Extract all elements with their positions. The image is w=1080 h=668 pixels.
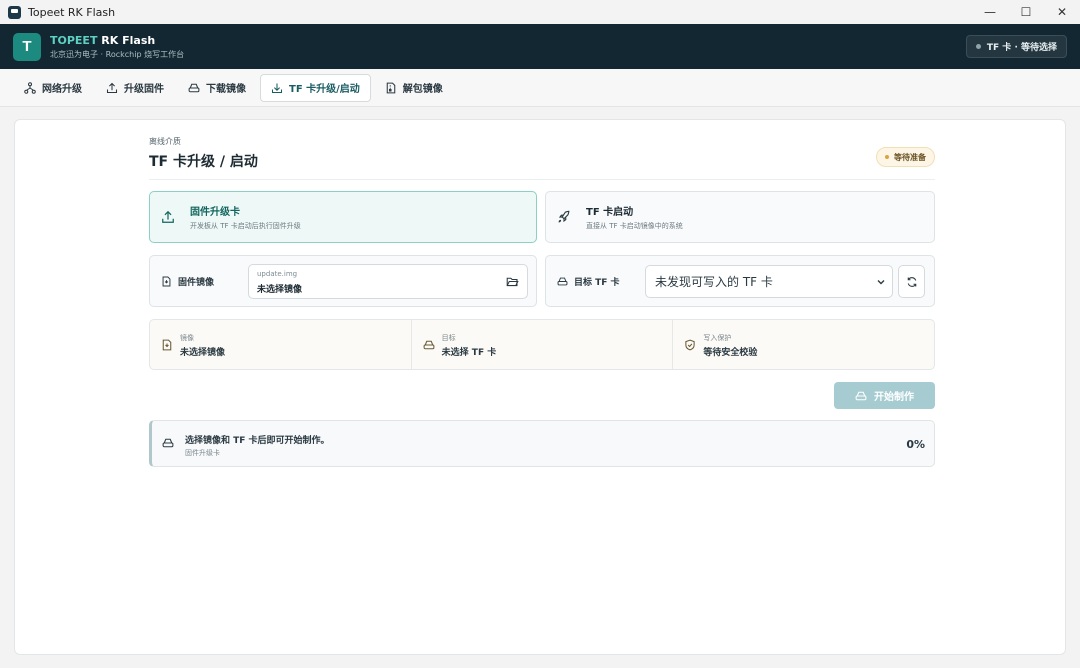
tf-status-text: TF 卡 · 等待选择 — [986, 43, 1057, 53]
upload-icon — [106, 82, 118, 93]
summary-image: 镜像 未选择镜像 — [150, 320, 412, 369]
app-logo: T — [13, 32, 41, 61]
file-icon — [162, 276, 171, 287]
file-archive-icon — [386, 82, 396, 93]
network-icon — [24, 81, 36, 94]
tab-bar: 网络升级 升级固件 下载镜像 TF 卡升级/启动 解包镜像 — [0, 69, 1080, 107]
image-field-label: 固件镜像 — [161, 275, 214, 288]
refresh-icon — [907, 276, 916, 287]
mode-desc: 直接从 TF 卡启动镜像中的系统 — [586, 222, 683, 230]
image-field-label-text: 固件镜像 — [178, 278, 215, 288]
summary-key: 镜像 — [180, 334, 194, 342]
tab-label: TF 卡升级/启动 — [289, 84, 360, 95]
summary-value: 未选择镜像 — [180, 348, 226, 358]
start-build-button[interactable]: 开始制作 — [834, 382, 935, 409]
mode-text: 固件升级卡 开发板从 TF 卡启动后执行固件升级 — [190, 203, 301, 231]
tab-label: 下载镜像 — [206, 84, 246, 95]
drive-icon — [855, 391, 867, 400]
progress-panel: 选择镜像和 TF 卡后即可开始制作。 固件升级卡 0% — [149, 420, 935, 467]
brand-block: TOPEET RK Flash 北京迅为电子 · Rockchip 烧写工作台 — [50, 34, 184, 60]
image-value: 未选择镜像 — [257, 285, 303, 295]
summary-write-protect: 写入保护 等待安全校验 — [673, 320, 934, 369]
drive-icon — [557, 277, 568, 286]
page-title: TF 卡升级 / 启动 — [149, 154, 258, 170]
mode-text: TF 卡启动 直接从 TF 卡启动镜像中的系统 — [586, 203, 683, 231]
mode-tf-boot[interactable]: TF 卡启动 直接从 TF 卡启动镜像中的系统 — [545, 191, 935, 243]
mode-desc: 开发板从 TF 卡启动后执行固件升级 — [190, 222, 301, 230]
file-icon — [162, 339, 172, 351]
tab-upgrade-firmware[interactable]: 升级固件 — [96, 74, 174, 102]
app-icon — [8, 5, 21, 19]
tab-label: 解包镜像 — [402, 84, 443, 95]
tab-unpack-image[interactable]: 解包镜像 — [375, 74, 453, 102]
upload-icon — [162, 210, 174, 223]
tab-network-upgrade[interactable]: 网络升级 — [14, 74, 92, 102]
badge-text: 等待准备 — [894, 152, 926, 162]
section-eyebrow: 离线介质 — [149, 137, 181, 146]
drive-icon — [162, 438, 174, 448]
tf-status-pill: TF 卡 · 等待选择 — [965, 35, 1067, 58]
summary-target: 目标 未选择 TF 卡 — [412, 320, 674, 369]
shield-icon — [685, 339, 695, 351]
brand-name: TOPEET — [50, 33, 98, 47]
firmware-image-field: 固件镜像 update.img 未选择镜像 — [149, 255, 537, 307]
target-tf-select[interactable]: 未发现可写入的 TF 卡 — [645, 265, 893, 298]
chevron-down-icon — [877, 280, 885, 285]
image-placeholder: update.img — [257, 270, 298, 278]
rocket-icon — [558, 210, 570, 223]
summary-key: 写入保护 — [703, 334, 732, 342]
status-dot-icon — [975, 44, 981, 49]
close-button[interactable]: ✕ — [1044, 0, 1080, 24]
summary-value: 等待安全校验 — [703, 348, 758, 358]
mode-title: 固件升级卡 — [190, 207, 240, 218]
target-select-value: 未发现可写入的 TF 卡 — [655, 275, 773, 289]
divider — [149, 179, 935, 180]
target-field-label: 目标 TF 卡 — [557, 275, 620, 288]
app-header: T TOPEET RK Flash 北京迅为电子 · Rockchip 烧写工作… — [0, 24, 1080, 69]
tab-label: 网络升级 — [42, 84, 82, 95]
refresh-button[interactable] — [898, 265, 925, 298]
status-badge: 等待准备 — [876, 147, 935, 167]
tab-download-image[interactable]: 下载镜像 — [178, 74, 256, 102]
download-icon — [271, 83, 283, 93]
drive-icon — [188, 83, 200, 92]
main-panel: 离线介质 TF 卡升级 / 启动 等待准备 固件升级卡 开发板从 TF 卡启动后… — [14, 119, 1066, 655]
brand-title: TOPEET RK Flash — [50, 34, 184, 47]
tab-tf-card[interactable]: TF 卡升级/启动 — [260, 73, 371, 102]
summary-panel: 镜像 未选择镜像 目标 未选择 TF 卡 写入保护 等待安全校验 — [149, 319, 935, 370]
window-controls: — ☐ ✕ — [972, 0, 1080, 24]
tab-label: 升级固件 — [124, 84, 164, 95]
app-name: RK Flash — [101, 33, 156, 47]
window-title: Topeet RK Flash — [28, 5, 116, 19]
mode-upgrade-card[interactable]: 固件升级卡 开发板从 TF 卡启动后执行固件升级 — [149, 191, 537, 243]
target-field-label-text: 目标 TF 卡 — [574, 278, 620, 288]
drive-icon — [423, 340, 435, 350]
progress-subtitle: 固件升级卡 — [185, 449, 220, 457]
target-tf-field: 目标 TF 卡 未发现可写入的 TF 卡 — [545, 255, 935, 307]
maximize-button[interactable]: ☐ — [1008, 0, 1044, 24]
minimize-button[interactable]: — — [972, 0, 1008, 24]
progress-message: 选择镜像和 TF 卡后即可开始制作。 — [185, 436, 330, 446]
start-button-label: 开始制作 — [874, 392, 914, 403]
image-path-input[interactable]: update.img 未选择镜像 — [248, 264, 528, 299]
progress-percent: 0% — [906, 438, 925, 451]
brand-subtitle: 北京迅为电子 · Rockchip 烧写工作台 — [50, 49, 185, 59]
folder-open-icon[interactable] — [506, 275, 519, 288]
summary-key: 目标 — [441, 334, 456, 342]
summary-value: 未选择 TF 卡 — [441, 348, 497, 358]
mode-title: TF 卡启动 — [586, 207, 634, 218]
badge-dot-icon — [885, 155, 889, 159]
window-titlebar: Topeet RK Flash — ☐ ✕ — [0, 0, 1080, 24]
